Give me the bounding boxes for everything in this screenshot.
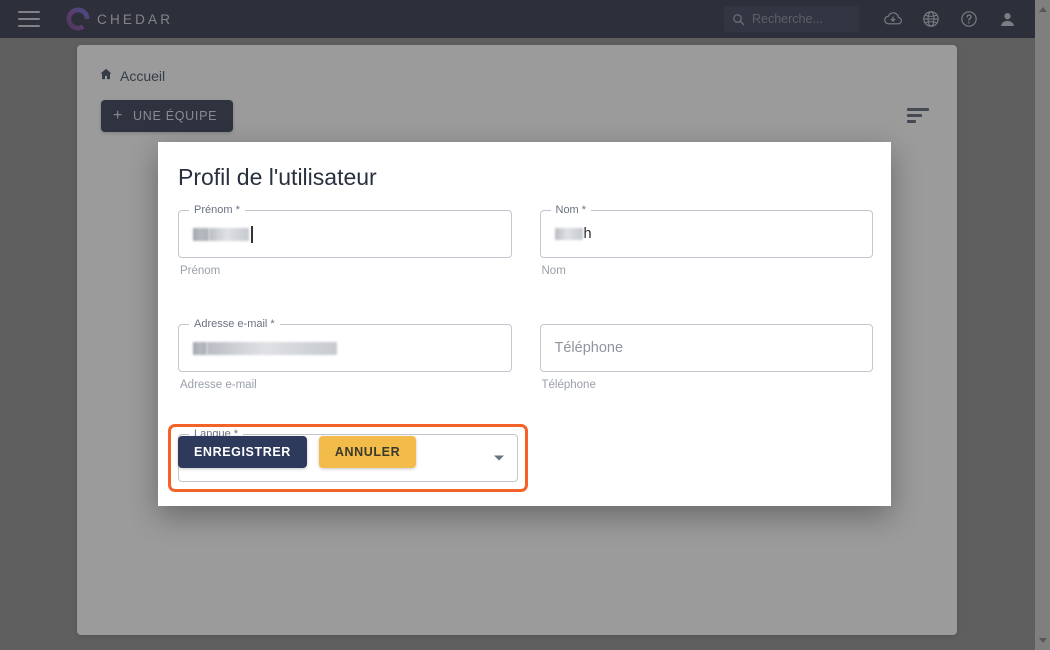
phone-field[interactable]: Téléphone Téléphone <box>539 324 873 391</box>
email-value <box>193 341 337 355</box>
chevron-down-icon[interactable] <box>494 455 504 461</box>
redacted-block <box>209 227 249 241</box>
first-name-legend: Prénom * <box>189 204 245 217</box>
save-button[interactable]: ENREGISTRER <box>178 436 307 468</box>
last-name-legend: Nom * <box>550 204 592 217</box>
scroll-up-arrow-icon[interactable] <box>1035 2 1050 17</box>
text-caret <box>251 225 253 243</box>
email-field[interactable]: Adresse e-mail * Adresse e-mail <box>178 318 512 391</box>
phone-helper: Téléphone <box>541 379 596 391</box>
scroll-down-arrow-icon[interactable] <box>1035 633 1050 648</box>
phone-placeholder: Téléphone <box>554 340 624 356</box>
last-name-helper: Nom <box>541 265 566 277</box>
redacted-block <box>554 228 583 240</box>
last-name-value: h <box>554 226 592 242</box>
page-scrollbar[interactable] <box>1035 0 1050 650</box>
dialog-actions: ENREGISTRER ANNULER <box>178 436 417 468</box>
last-name-field[interactable]: Nom * h Nom <box>539 204 873 277</box>
email-helper: Adresse e-mail <box>180 379 257 391</box>
form-row-2: Adresse e-mail * Adresse e-mail Téléphon… <box>178 318 873 391</box>
cancel-button[interactable]: ANNULER <box>318 436 417 468</box>
redacted-block <box>193 341 207 355</box>
user-profile-dialog: Profil de l'utilisateur Prénom * Prénom … <box>158 142 891 506</box>
redacted-block <box>193 227 209 241</box>
first-name-field[interactable]: Prénom * Prénom <box>178 204 512 277</box>
first-name-helper: Prénom <box>180 265 221 277</box>
last-name-tail: h <box>583 226 592 242</box>
dialog-title: Profil de l'utilisateur <box>178 164 377 190</box>
first-name-value <box>193 225 253 243</box>
email-legend: Adresse e-mail * <box>189 318 280 331</box>
screen-root: CHEDAR <box>0 0 1050 650</box>
form-row-1: Prénom * Prénom Nom * h Nom <box>178 204 873 277</box>
redacted-block <box>207 341 337 355</box>
